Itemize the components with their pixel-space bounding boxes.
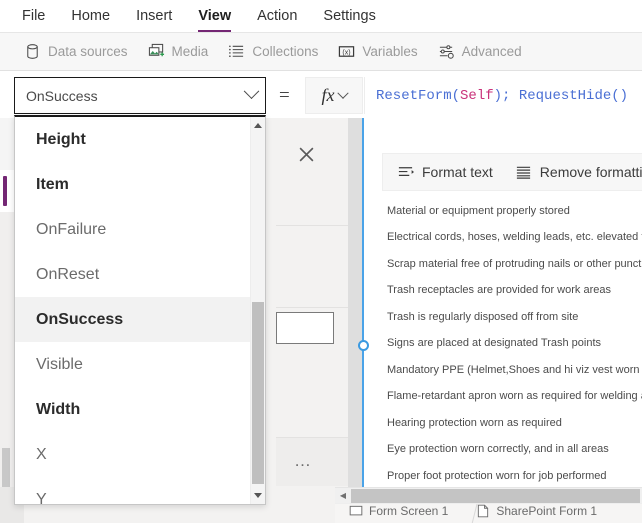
media-icon	[148, 43, 164, 57]
dropdown-option-y[interactable]: Y	[15, 477, 251, 504]
form-text-input[interactable]	[276, 312, 334, 344]
checklist-item[interactable]: Mandatory PPE (Helmet,Shoes and hi viz v…	[387, 357, 642, 384]
formula-token: RequestHide()	[518, 87, 629, 104]
svg-text:(x): (x)	[343, 48, 351, 56]
checklist-item[interactable]: Proper foot protection worn for job perf…	[387, 463, 642, 490]
checklist-item[interactable]: Electrical cords, hoses, welding leads, …	[387, 224, 642, 251]
dropdown-option-onreset[interactable]: OnReset	[15, 252, 251, 297]
ribbon-button-advanced[interactable]: Advanced	[438, 43, 522, 60]
checklist-item[interactable]: Hearing protection worn as required	[387, 410, 642, 437]
checklist-panel: Walkways and passageways clearMaterial o…	[358, 118, 642, 523]
chevron-down-icon	[336, 87, 349, 99]
dropdown-option-width[interactable]: Width	[15, 387, 251, 432]
format-text-toolbar: Format text Remove formatting	[382, 153, 642, 191]
menu-item-view[interactable]: View	[198, 0, 231, 32]
ribbon-button-label: Variables	[362, 44, 418, 59]
ribbon-button-media[interactable]: Media	[148, 43, 209, 60]
format-button-label: Remove formatting	[539, 164, 642, 180]
form-card-section	[276, 226, 348, 308]
screen-icon	[349, 505, 363, 516]
ribbon-button-label: Data sources	[48, 44, 128, 59]
remove-formatting-icon	[516, 166, 530, 179]
screen-thumb-form-screen-1[interactable]: Form Screen 1	[349, 504, 448, 518]
menu-item-action[interactable]: Action	[257, 0, 297, 32]
power-apps-studio-window: File Home Insert View Action Settings Data so…	[0, 0, 642, 523]
property-formula-bar: OnSuccess = fx ResetForm(Self); RequestH…	[0, 71, 642, 118]
chevron-down-icon	[243, 83, 260, 100]
fx-button[interactable]: fx	[305, 77, 363, 114]
horizontal-scrollbar-thumb[interactable]	[351, 488, 640, 503]
checklist-item[interactable]: Scrap material free of protruding nails …	[387, 251, 642, 278]
advanced-sliders-icon	[439, 45, 454, 59]
scroll-down-arrow[interactable]	[250, 487, 265, 504]
menu-item-insert[interactable]: Insert	[136, 0, 172, 32]
ribbon-button-variables[interactable]: (x) Variables	[338, 43, 418, 60]
form-icon	[478, 504, 489, 518]
property-select-value: OnSuccess	[26, 87, 98, 104]
dropdown-option-visible[interactable]: Visible	[15, 342, 251, 387]
close-x-icon[interactable]	[298, 146, 315, 163]
dropdown-option-x[interactable]: X	[15, 432, 251, 477]
formula-token: );	[493, 87, 519, 104]
formula-token: Self	[460, 87, 494, 104]
ribbon-button-label: Advanced	[461, 44, 522, 59]
tree-selection-accent-bar	[3, 176, 7, 206]
dropdown-option-onsuccess[interactable]: OnSuccess	[15, 297, 251, 342]
ribbon-button-label: Collections	[252, 44, 319, 59]
dropdown-scrollbar-thumb[interactable]	[252, 302, 264, 484]
format-button-format-text[interactable]: Format text	[397, 164, 493, 181]
checklist-item[interactable]: Trash receptacles are provided for work …	[387, 277, 642, 304]
overflow-menu-button[interactable]: …	[294, 451, 313, 471]
screen-thumb-label: Form Screen 1	[369, 504, 449, 518]
formula-input[interactable]: ResetForm(Self); RequestHide()	[364, 77, 642, 114]
selection-resize-handle[interactable]	[358, 340, 369, 351]
property-dropdown-options: Height Item OnFailure OnReset OnSuccess Visib…	[15, 117, 251, 504]
format-button-remove-formatting[interactable]: Remove formatting	[515, 164, 642, 181]
form-card-column: …	[276, 118, 348, 523]
form-card-section	[276, 118, 348, 226]
scroll-left-arrow[interactable]: ◀	[335, 491, 351, 500]
format-text-icon	[398, 166, 414, 176]
screen-thumb-sharepoint-form-1[interactable]: SharePoint Form 1	[476, 504, 597, 518]
checklist-item[interactable]: Signs are placed at designated Trash poi…	[387, 330, 642, 357]
menu-item-settings[interactable]: Settings	[323, 0, 375, 32]
scroll-up-arrow[interactable]	[250, 117, 265, 134]
dropdown-scrollbar[interactable]	[250, 117, 265, 504]
checklist-item[interactable]: Material or equipment properly stored	[387, 198, 642, 225]
fx-icon: fx	[321, 85, 335, 105]
dropdown-option-onfailure[interactable]: OnFailure	[15, 207, 251, 252]
ribbon-button-data-sources[interactable]: Data sources	[24, 43, 128, 60]
database-icon	[27, 44, 38, 59]
main-menu-bar: File Home Insert View Action Settings	[0, 0, 642, 33]
property-select[interactable]: OnSuccess	[14, 77, 266, 114]
equals-sign: =	[279, 85, 290, 106]
checklist-items-container: Walkways and passageways clearMaterial o…	[387, 171, 642, 489]
checklist-item[interactable]: Trash is regularly disposed off from sit…	[387, 304, 642, 331]
canvas-gutter	[348, 118, 362, 523]
checklist-item[interactable]: Flame-retardant apron worn as required f…	[387, 383, 642, 410]
formula-token: ResetForm(	[376, 87, 461, 104]
menu-item-home[interactable]: Home	[71, 0, 110, 32]
view-ribbon-toolbar: Data sources Media Collections (x) Variables…	[0, 33, 642, 71]
collections-list-icon	[229, 45, 244, 58]
dropdown-option-item[interactable]: Item	[15, 162, 251, 207]
dropdown-option-height[interactable]: Height	[15, 117, 251, 162]
screen-thumbnail-bar: Form Screen 1 SharePoint Form 1	[335, 503, 642, 523]
ribbon-button-label: Media	[171, 44, 209, 59]
format-button-label: Format text	[422, 164, 493, 180]
screen-thumb-label: SharePoint Form 1	[496, 504, 598, 518]
variables-icon: (x)	[339, 46, 355, 57]
ribbon-button-collections[interactable]: Collections	[228, 43, 318, 60]
property-dropdown-list: Height Item OnFailure OnReset OnSuccess Visib…	[14, 115, 266, 505]
horizontal-scrollbar[interactable]: ◀	[335, 487, 642, 503]
menu-item-file[interactable]: File	[22, 0, 45, 32]
checklist-item[interactable]: Eye protection worn correctly, and in al…	[387, 436, 642, 463]
